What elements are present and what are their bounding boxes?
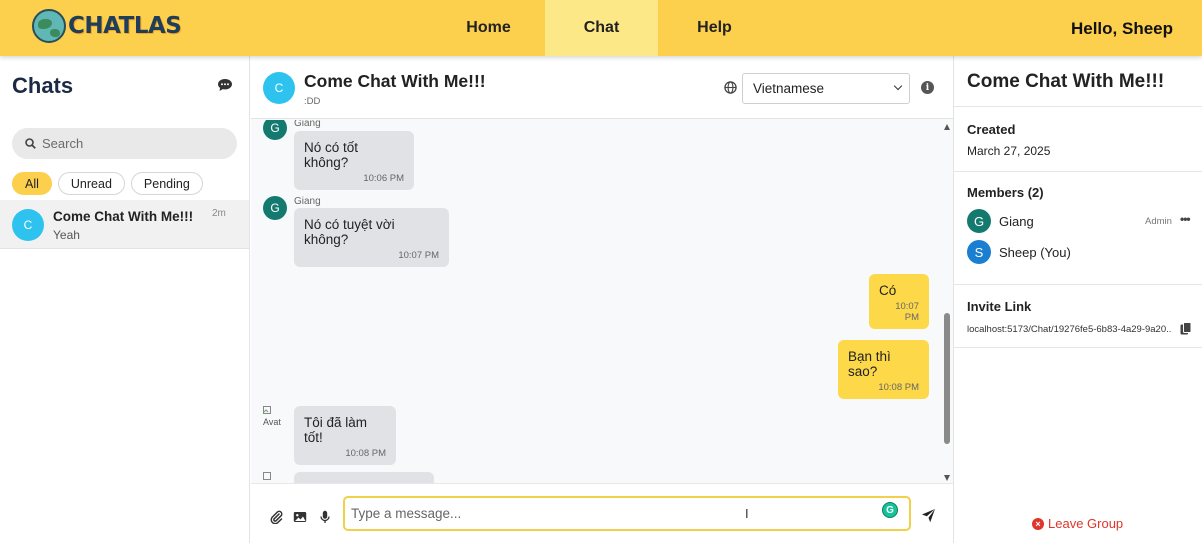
- conversation-item[interactable]: C Come Chat With Me!!! Yeah 2m: [0, 200, 249, 249]
- filter-pending[interactable]: Pending: [130, 172, 203, 195]
- send-icon[interactable]: [921, 508, 936, 523]
- message-bubble-outgoing: Bạn thì sao? 10:08 PM: [838, 340, 929, 399]
- message-bubble: Tôi đã làm tốt! 10:08 PM: [294, 406, 396, 465]
- conversation-time: 2m: [212, 208, 226, 219]
- message-composer: I G: [251, 483, 953, 543]
- search-input[interactable]: [42, 136, 222, 151]
- message-text: Có: [879, 283, 897, 298]
- leave-group-button[interactable]: × Leave Group: [1032, 516, 1123, 531]
- chat-avatar: C: [263, 72, 295, 104]
- member-role-badge: Admin: [1145, 216, 1172, 227]
- close-circle-icon: ×: [1032, 517, 1044, 530]
- nav-help[interactable]: Help: [658, 0, 771, 56]
- chevron-down-icon: [893, 81, 903, 91]
- main-nav: Home Chat Help: [432, 0, 771, 56]
- chat-panel: C Come Chat With Me!!! :DD Vietnamese i …: [251, 56, 953, 543]
- conversation-avatar: C: [12, 209, 44, 241]
- message-bubble: Nó có tuyệt vời không? 10:07 PM: [294, 208, 449, 267]
- message-text: Bạn thì sao?: [848, 349, 891, 379]
- copy-icon[interactable]: [1180, 322, 1192, 335]
- created-label: Created: [967, 122, 1016, 137]
- broken-avatar-image: [263, 472, 287, 483]
- chat-title: Come Chat With Me!!!: [304, 71, 486, 91]
- more-options-icon[interactable]: •••: [1180, 212, 1191, 226]
- message-time: 10:08 PM: [878, 382, 919, 393]
- microphone-icon[interactable]: [318, 510, 332, 524]
- info-icon[interactable]: i: [921, 81, 934, 94]
- logo[interactable]: CHATLAS: [32, 9, 182, 43]
- group-details-panel: Come Chat With Me!!! Created March 27, 2…: [953, 56, 1202, 543]
- language-select[interactable]: Vietnamese: [742, 73, 910, 104]
- invite-link-label: Invite Link: [967, 299, 1032, 314]
- divider: [954, 284, 1202, 285]
- filter-chips: All Unread Pending: [12, 172, 203, 195]
- top-bar: CHATLAS Home Chat Help Hello, Sheep: [0, 0, 1202, 56]
- attachment-icon[interactable]: [269, 510, 283, 524]
- scroll-thumb[interactable]: [944, 313, 950, 444]
- group-title: Come Chat With Me!!!: [967, 71, 1165, 92]
- divider: [954, 171, 1202, 172]
- message-sender: Giang: [294, 196, 321, 207]
- logo-text: CHATLAS: [68, 13, 182, 39]
- conversation-last-message: Yeah: [53, 228, 80, 242]
- language-select-value: Vietnamese: [753, 81, 825, 96]
- message-avatar: G: [263, 120, 287, 140]
- search-icon: [25, 138, 36, 149]
- search-box: [12, 128, 237, 159]
- message-bubble-outgoing: Có 10:07 PM: [869, 274, 929, 329]
- scroll-down-arrow-icon[interactable]: [944, 475, 950, 481]
- message-avatar: G: [263, 196, 287, 220]
- nav-chat[interactable]: Chat: [545, 0, 658, 56]
- globe-logo-icon: [32, 9, 66, 43]
- message-bubble-partial: [294, 472, 434, 483]
- message-bubble: Nó có tốt không? 10:06 PM: [294, 131, 414, 190]
- member-avatar: G: [967, 209, 991, 233]
- member-name: Giang: [999, 214, 1034, 229]
- broken-avatar-image: Avat: [263, 406, 287, 430]
- text-cursor-icon: I: [745, 506, 749, 521]
- image-icon[interactable]: [293, 510, 307, 524]
- message-time: 10:07 PM: [398, 250, 439, 261]
- scroll-up-arrow-icon[interactable]: [944, 124, 950, 130]
- globe-icon: [724, 81, 737, 94]
- chat-header: C Come Chat With Me!!! :DD Vietnamese i: [251, 56, 953, 119]
- sidebar-title: Chats: [12, 73, 74, 98]
- filter-unread[interactable]: Unread: [57, 172, 125, 195]
- message-scrollbar[interactable]: [942, 120, 953, 483]
- message-time: 10:06 PM: [363, 173, 404, 184]
- new-chat-icon[interactable]: [218, 79, 232, 91]
- message-sender: Giang: [294, 120, 321, 129]
- member-name: Sheep (You): [999, 245, 1071, 260]
- conversation-name: Come Chat With Me!!!: [53, 209, 194, 224]
- members-label: Members (2): [967, 185, 1044, 200]
- filter-all[interactable]: All: [12, 172, 52, 195]
- message-time: 10:07 PM: [895, 301, 919, 323]
- chat-subtitle: :DD: [304, 96, 321, 107]
- message-list: G Giang Nó có tốt không? 10:06 PM G Gian…: [251, 120, 953, 483]
- broken-avatar-alt: Avat: [263, 417, 281, 427]
- divider: [954, 347, 1202, 348]
- message-text: Nó có tuyệt vời không?: [304, 217, 395, 247]
- user-greeting[interactable]: Hello, Sheep: [1071, 19, 1173, 39]
- chat-list-sidebar: Chats All Unread Pending C Come Chat Wit…: [0, 56, 250, 543]
- message-input-box: I G: [343, 496, 911, 531]
- message-input[interactable]: [351, 506, 851, 521]
- created-date: March 27, 2025: [967, 144, 1051, 158]
- message-time: 10:08 PM: [345, 448, 386, 459]
- nav-home[interactable]: Home: [432, 0, 545, 56]
- invite-link-value[interactable]: localhost:5173/Chat/19276fe5-6b83-4a29-9…: [967, 324, 1172, 335]
- message-text: Tôi đã làm tốt!: [304, 415, 368, 445]
- member-avatar: S: [967, 240, 991, 264]
- grammarly-icon[interactable]: G: [882, 502, 898, 518]
- leave-group-label: Leave Group: [1048, 516, 1124, 531]
- message-text: Nó có tốt không?: [304, 140, 359, 170]
- divider: [954, 106, 1202, 107]
